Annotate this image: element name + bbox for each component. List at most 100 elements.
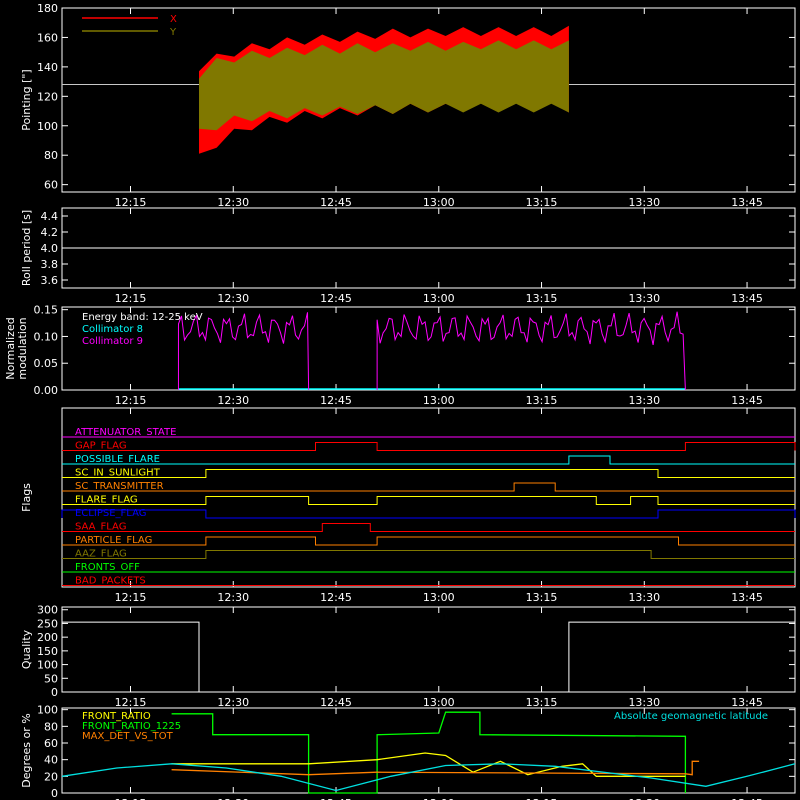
flag-label-possible-flare: POSSIBLE_FLARE bbox=[75, 454, 160, 465]
x-tick-label: 13:30 bbox=[628, 394, 660, 407]
x-tick-label: 12:15 bbox=[115, 196, 147, 209]
x-tick-label: 13:00 bbox=[423, 591, 455, 604]
y-tick-label: 0.00 bbox=[34, 384, 59, 397]
x-tick-label: 12:45 bbox=[320, 696, 352, 709]
y-tick-label: 4.0 bbox=[41, 242, 59, 255]
x-tick-label: 12:45 bbox=[320, 292, 352, 305]
x-tick-label: 13:00 bbox=[423, 394, 455, 407]
x-tick-label: 12:15 bbox=[115, 292, 147, 305]
y-axis-label-roll-period: Roll period [s] bbox=[20, 210, 33, 286]
flag-line-aaz-flag bbox=[62, 550, 795, 559]
flag-label-fronts-off: FRONTS_OFF bbox=[75, 562, 140, 573]
x-tick-label: 12:15 bbox=[115, 394, 147, 407]
pointing-band-y bbox=[199, 40, 569, 131]
x-tick-label: 12:45 bbox=[320, 394, 352, 407]
y-tick-label: 250 bbox=[37, 617, 58, 630]
x-tick-label: 12:30 bbox=[217, 196, 249, 209]
y-tick-label: 0.10 bbox=[34, 330, 59, 343]
ratio-legend-2: MAX_DET_VS_TOT bbox=[82, 731, 174, 742]
x-tick-label: 13:30 bbox=[628, 696, 660, 709]
y-tick-label: 3.8 bbox=[41, 258, 59, 271]
y-axis-label-pointing: Pointing ["] bbox=[20, 69, 33, 130]
y-tick-label: 300 bbox=[37, 604, 58, 617]
y-tick-label: 100 bbox=[37, 120, 58, 133]
legend-label-y: Y bbox=[169, 27, 177, 38]
collimator-9-segment bbox=[376, 311, 686, 391]
y-tick-label: 0 bbox=[51, 686, 58, 699]
y-axis-label-quality: Quality bbox=[20, 629, 33, 669]
flag-label-bad-packets: BAD_PACKETS bbox=[75, 576, 146, 587]
x-tick-label: 12:30 bbox=[217, 696, 249, 709]
modulation-legend-0: Energy band: 12-25 keV bbox=[82, 312, 203, 323]
x-tick-label: 12:30 bbox=[217, 394, 249, 407]
flag-label-sc-transmitter: SC_TRANSMITTER bbox=[75, 481, 164, 492]
x-tick-label: 12:30 bbox=[217, 591, 249, 604]
y-axis-label-degrees: Degrees or % bbox=[20, 713, 33, 787]
x-tick-label: 12:15 bbox=[115, 696, 147, 709]
y-tick-label: 0 bbox=[51, 787, 58, 800]
panel-5-frame bbox=[61, 606, 796, 693]
y-tick-label: 20 bbox=[44, 770, 58, 783]
y-tick-label: 60 bbox=[44, 737, 58, 750]
chart-figure: 12:15 12:30 12:45 13:00 13:15 13:30 13:45 60 80 1… bbox=[4, 2, 796, 800]
series-front-ratio-1225 bbox=[171, 711, 687, 794]
y-axis-label-flags: Flags bbox=[20, 483, 33, 512]
y-tick-label: 160 bbox=[37, 31, 58, 44]
x-tick-label: 13:00 bbox=[423, 196, 455, 209]
y-tick-label: 4.2 bbox=[41, 226, 59, 239]
flag-label-gap-flag: GAP_FLAG bbox=[75, 441, 127, 452]
x-tick-label: 13:45 bbox=[731, 196, 763, 209]
y-tick-label: 150 bbox=[37, 645, 58, 658]
flag-line-particle-flag bbox=[62, 536, 795, 546]
x-tick-label: 13:15 bbox=[526, 196, 558, 209]
y-tick-label: 3.6 bbox=[41, 274, 59, 287]
y-tick-label: 140 bbox=[37, 61, 58, 74]
x-tick-label: 13:45 bbox=[731, 696, 763, 709]
y-tick-label: 120 bbox=[37, 90, 58, 103]
y-tick-label: 50 bbox=[44, 672, 58, 685]
legend-label-x: X bbox=[170, 14, 177, 25]
x-tick-label: 12:30 bbox=[217, 292, 249, 305]
x-tick-label: 13:15 bbox=[526, 394, 558, 407]
flag-label-flare-flag: FLARE_FLAG bbox=[75, 495, 138, 506]
y-tick-label: 200 bbox=[37, 631, 58, 644]
flag-label-aaz-flag: AAZ_FLAG bbox=[75, 549, 127, 560]
x-tick-label: 13:00 bbox=[423, 696, 455, 709]
y-tick-label: 60 bbox=[44, 179, 58, 192]
y-tick-label: 100 bbox=[37, 659, 58, 672]
flag-line-flare-flag bbox=[62, 496, 795, 505]
y-axis-label-modulation-line: modulation bbox=[16, 317, 29, 379]
x-tick-label: 12:45 bbox=[320, 196, 352, 209]
y-tick-label: 4.4 bbox=[41, 210, 59, 223]
x-tick-label: 13:45 bbox=[731, 394, 763, 407]
x-tick-label: 13:15 bbox=[526, 591, 558, 604]
x-tick-label: 13:15 bbox=[526, 292, 558, 305]
flag-label-sc-in-sunlight: SC_IN_SUNLIGHT bbox=[75, 468, 161, 479]
y-tick-label: 80 bbox=[44, 720, 58, 733]
y-tick-label: 0.15 bbox=[34, 304, 59, 317]
flag-label-saa-flag: SAA_FLAG bbox=[75, 522, 126, 533]
x-tick-label: 12:15 bbox=[115, 591, 147, 604]
geomagnetic-latitude-label: Absolute geomagnetic latitude bbox=[614, 711, 768, 722]
modulation-legend-1: Collimator 8 bbox=[82, 324, 143, 335]
x-tick-label: 13:30 bbox=[628, 591, 660, 604]
y-axis-label-modulation: Normalizedmodulation bbox=[4, 317, 29, 379]
flag-label-particle-flag: PARTICLE_FLAG bbox=[75, 535, 152, 546]
collimator-9-segment bbox=[177, 312, 310, 391]
flag-line-eclipse-flag bbox=[61, 509, 796, 519]
flag-label-eclipse-flag: ECLIPSE_FLAG bbox=[75, 508, 146, 519]
x-tick-label: 13:45 bbox=[731, 292, 763, 305]
x-tick-label: 13:45 bbox=[731, 591, 763, 604]
y-tick-label: 0.05 bbox=[34, 357, 59, 370]
x-tick-label: 13:30 bbox=[628, 196, 660, 209]
flag-label-attenuator-state: ATTENUATOR_STATE bbox=[75, 427, 176, 438]
y-tick-label: 100 bbox=[37, 704, 58, 717]
y-tick-label: 180 bbox=[37, 2, 58, 15]
x-tick-label: 13:00 bbox=[423, 292, 455, 305]
flag-line-saa-flag bbox=[62, 523, 795, 532]
flag-line-sc-in-sunlight bbox=[62, 469, 795, 478]
flag-line-possible-flare bbox=[62, 455, 795, 465]
x-tick-label: 13:15 bbox=[526, 696, 558, 709]
flag-line-sc-transmitter bbox=[62, 482, 795, 492]
x-tick-label: 13:30 bbox=[628, 292, 660, 305]
